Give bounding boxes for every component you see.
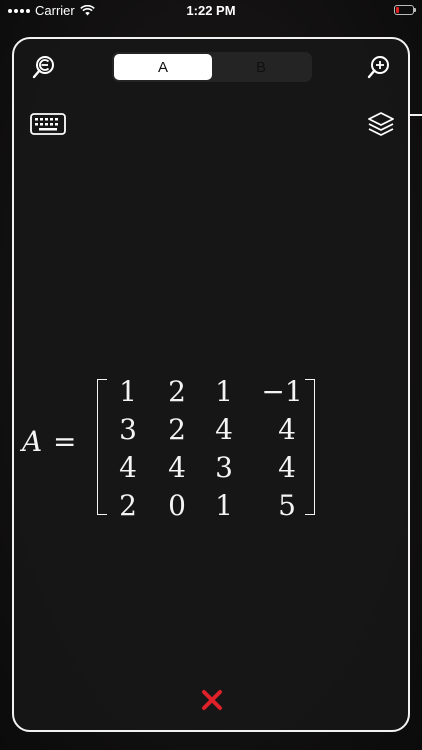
matrix-cell: 3 <box>119 413 137 446</box>
layers-icon[interactable] <box>366 109 396 139</box>
close-icon[interactable] <box>199 687 225 713</box>
matrix-cell: 4 <box>119 451 137 484</box>
matrix-cell: −1 <box>261 375 303 408</box>
matrix-cell: 2 <box>119 489 137 522</box>
status-bar: Carrier 1:22 PM <box>0 0 422 22</box>
status-time: 1:22 PM <box>186 3 236 18</box>
equals-sign: = <box>53 425 77 458</box>
matrix-cell: 5 <box>278 489 296 522</box>
zoom-in-icon[interactable] <box>364 53 394 83</box>
matrix-row: 3 2 4 4 <box>106 413 306 451</box>
matrix-tab-switcher: A B <box>112 52 312 82</box>
matrix-row: 4 4 3 4 <box>106 451 306 489</box>
matrix-row: 1 2 1 −1 <box>106 375 306 413</box>
matrix-card: A B A = 1 2 1 −1 3 2 4 4 4 4 3 4 2 0 1 5 <box>12 37 410 732</box>
matrix-cell: 1 <box>119 375 137 408</box>
matrix-cell: 1 <box>215 489 233 522</box>
matrix-formula: A = 1 2 1 −1 3 2 4 4 4 4 3 4 2 0 1 5 <box>22 375 322 522</box>
tab-a[interactable]: A <box>114 54 212 80</box>
matrix-cell: 3 <box>215 451 233 484</box>
tab-b[interactable]: B <box>212 54 310 80</box>
matrix-cell: 4 <box>215 413 233 446</box>
matrix-cell: 2 <box>168 375 186 408</box>
matrix-name: A <box>22 425 43 458</box>
zoom-out-icon[interactable] <box>29 53 59 83</box>
app-screen: Carrier 1:22 PM A B A = 1 2 1 −1 3 2 4 4… <box>0 0 422 750</box>
matrix-cell: 2 <box>168 413 186 446</box>
matrix-cell: 0 <box>168 489 186 522</box>
matrix-cell: 1 <box>215 375 233 408</box>
matrix-cell: 4 <box>278 413 296 446</box>
matrix-cell: 4 <box>278 451 296 484</box>
matrix-cell: 4 <box>168 451 186 484</box>
keyboard-icon[interactable] <box>30 109 66 139</box>
matrix-row: 2 0 1 5 <box>106 489 306 527</box>
battery-icon <box>394 5 416 15</box>
side-divider <box>410 114 422 116</box>
